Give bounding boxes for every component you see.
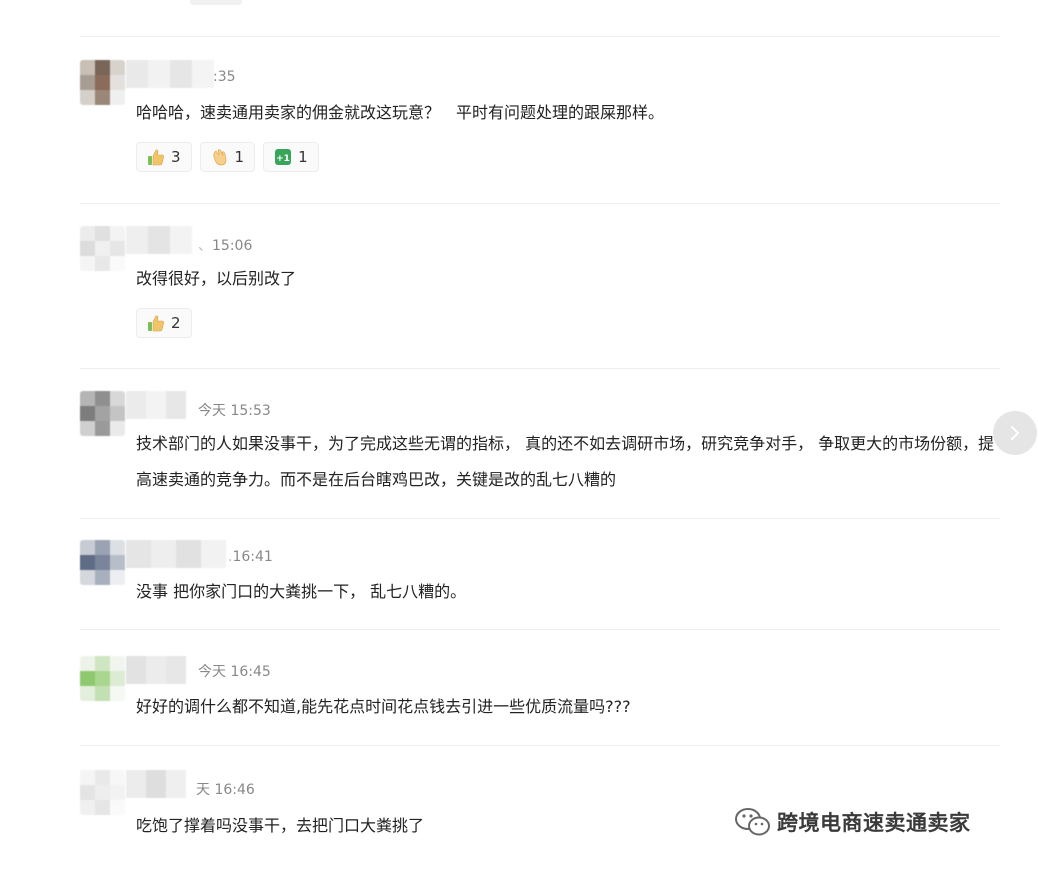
divider <box>80 745 1000 746</box>
username-mosaic <box>126 391 186 419</box>
comment-text: 改得很好，以后别改了 <box>136 269 297 288</box>
previous-reaction-stub <box>190 0 242 5</box>
watermark: 跨境电商速卖通卖家 <box>733 805 971 839</box>
plus-one-icon: +1 <box>274 148 292 166</box>
comment-time: :35 <box>213 69 236 85</box>
reaction-clap[interactable]: 1 <box>199 142 256 172</box>
divider <box>80 629 1000 630</box>
reaction-bar: 2 <box>136 308 192 338</box>
wechat-icon <box>735 808 770 836</box>
username-mosaic <box>126 540 226 568</box>
reaction-count: 1 <box>298 148 308 166</box>
divider <box>80 518 1000 519</box>
divider <box>80 36 1000 37</box>
comment-text: 没事 把你家门口的大粪挑一下， 乱七八糟的。 <box>136 582 467 601</box>
username-mosaic <box>126 226 194 254</box>
username-mosaic <box>126 770 186 798</box>
comment-time: 今天 15:53 <box>198 403 271 419</box>
comment-time-value: 15:06 <box>212 238 253 254</box>
avatar[interactable] <box>80 391 125 436</box>
comment-time: .16:41 <box>228 549 273 565</box>
avatar[interactable] <box>80 226 125 271</box>
username-mosaic <box>126 656 186 684</box>
thumbs-up-icon <box>147 148 165 166</box>
reaction-plus-one[interactable]: +1 1 <box>263 142 319 172</box>
clap-icon <box>211 148 229 166</box>
reaction-thumbs-up[interactable]: 3 <box>136 142 192 172</box>
reaction-bar: 3 1 +1 1 <box>136 142 319 172</box>
divider <box>80 368 1000 369</box>
avatar[interactable] <box>80 540 125 585</box>
svg-text:+1: +1 <box>276 154 290 164</box>
comment-text: 技术部门的人如果没事干，为了完成这些无谓的指标， 真的还不如去调研市场，研究竞争… <box>136 434 995 489</box>
thumbs-up-icon <box>147 314 165 332</box>
reaction-count: 1 <box>234 148 245 166</box>
comment-time: 今天 16:45 <box>198 664 271 680</box>
avatar[interactable] <box>80 656 125 701</box>
chevron-right-icon <box>1011 426 1019 440</box>
comment-time: 、15:06 <box>198 238 253 254</box>
reaction-count: 2 <box>171 314 181 332</box>
reaction-count: 3 <box>171 148 181 166</box>
divider <box>80 203 1000 204</box>
next-button[interactable] <box>993 411 1037 455</box>
avatar[interactable] <box>80 60 125 105</box>
reaction-thumbs-up[interactable]: 2 <box>136 308 192 338</box>
comment-time: 天 16:46 <box>196 782 255 798</box>
comment-text: 哈哈哈，速卖通用卖家的佣金就改这玩意？ 平时有问题处理的跟屎那样。 <box>136 103 665 122</box>
watermark-text: 跨境电商速卖通卖家 <box>777 811 971 835</box>
comment-time-value: 16:41 <box>232 549 273 565</box>
username-mosaic <box>126 60 216 88</box>
comment-text: 好好的调什么都不知道,能先花点时间花点钱去引进一些优质流量吗??? <box>136 697 631 716</box>
avatar[interactable] <box>80 770 125 815</box>
